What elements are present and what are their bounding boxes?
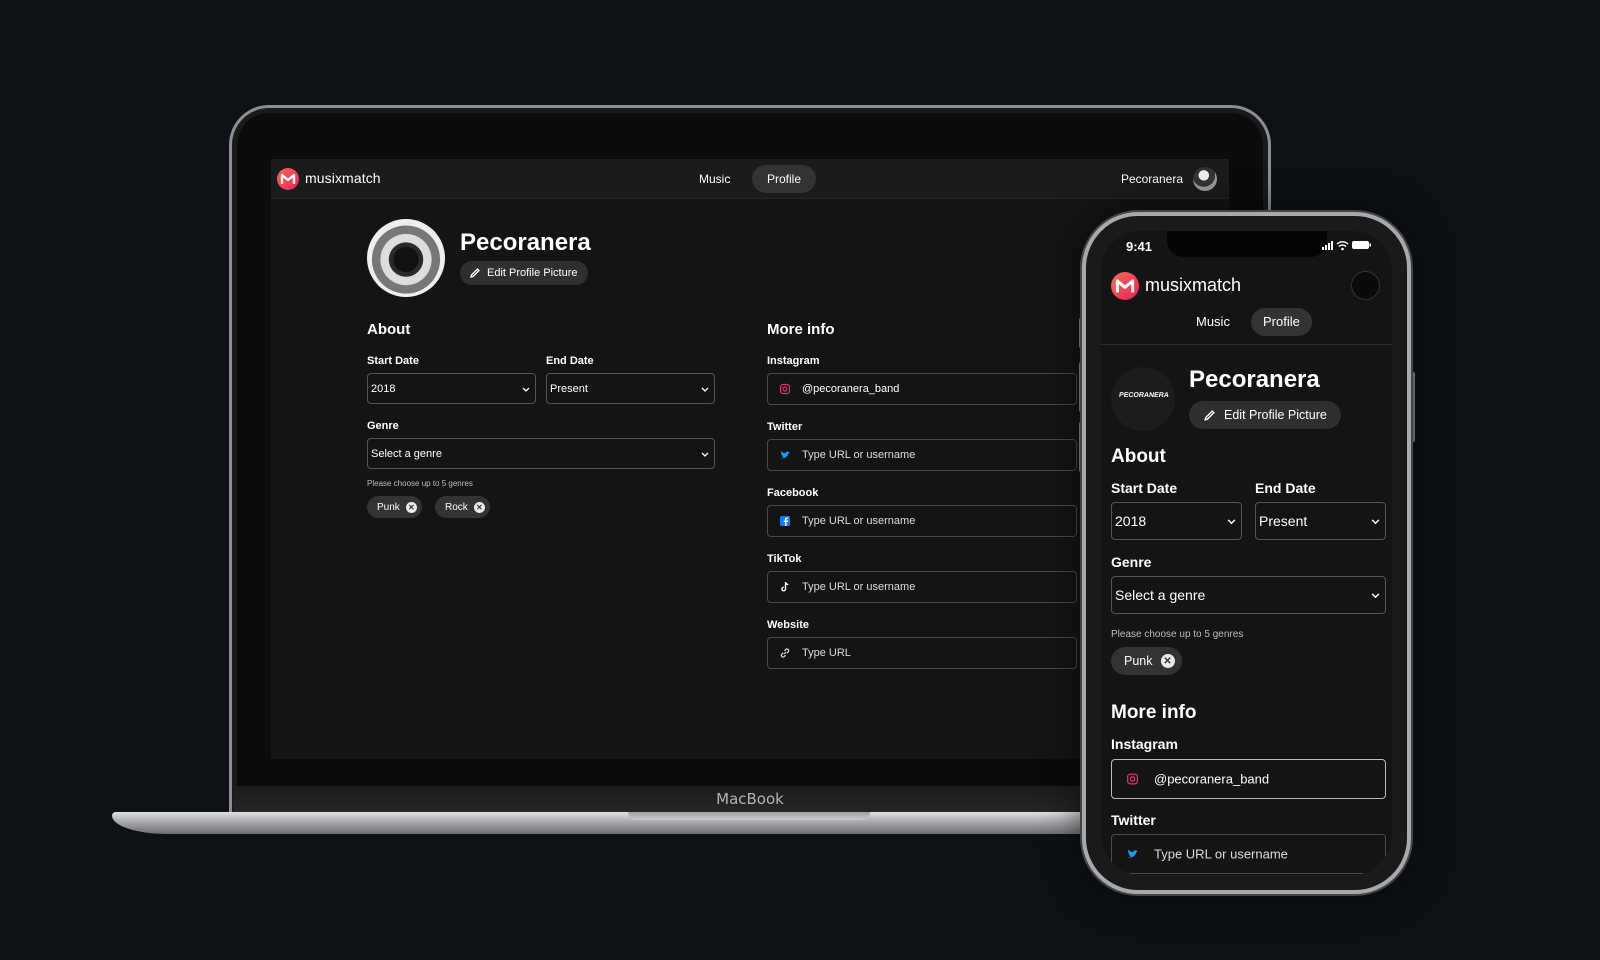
facebook-value: Type URL or username — [802, 515, 916, 527]
musixmatch-logo-icon[interactable] — [1111, 272, 1139, 300]
twitter-field[interactable]: Type URL or username — [767, 439, 1077, 471]
musixmatch-logo-icon[interactable] — [277, 168, 299, 190]
pencil-icon — [470, 268, 480, 278]
twitter-label: Twitter — [1111, 812, 1156, 828]
remove-genre-button[interactable]: ✕ — [473, 501, 485, 513]
pencil-icon — [1204, 409, 1215, 421]
more-info-title: More info — [1111, 702, 1197, 723]
genre-placeholder: Select a genre — [371, 447, 442, 460]
genre-chip-label: Punk — [377, 501, 400, 513]
profile-name: Pecoranera — [1189, 366, 1320, 393]
genre-chip-label: Rock — [445, 501, 468, 513]
tiktok-field[interactable]: Type URL or username — [767, 571, 1077, 603]
instagram-field[interactable]: @pecoranera_band — [767, 373, 1077, 405]
end-date-value: Present — [1259, 513, 1308, 529]
instagram-label: Instagram — [767, 355, 820, 367]
tiktok-value: Type URL or username — [802, 581, 916, 593]
end-date-label: End Date — [1255, 480, 1316, 496]
genre-label: Genre — [367, 420, 399, 432]
macbook-hinge-notch — [628, 812, 870, 820]
more-info-title: More info — [767, 321, 835, 338]
website-field[interactable]: Type URL — [767, 637, 1077, 669]
website-value: Type URL — [802, 647, 851, 659]
nav-divider — [1101, 344, 1392, 345]
instagram-icon — [1126, 773, 1139, 785]
user-name[interactable]: Pecoranera — [1121, 172, 1183, 186]
avatar[interactable] — [1351, 271, 1380, 300]
phone-notch — [1167, 231, 1327, 257]
profile-picture — [367, 219, 445, 297]
logo-text[interactable]: musixmatch — [1145, 275, 1241, 296]
tab-music[interactable]: Music — [684, 165, 745, 193]
end-date-value: Present — [550, 382, 588, 395]
remove-genre-button[interactable]: ✕ — [405, 501, 417, 513]
chevron-down-icon — [701, 387, 709, 392]
status-icons — [1322, 241, 1371, 251]
instagram-icon — [779, 383, 791, 395]
end-date-select[interactable]: Present — [1255, 502, 1386, 540]
genre-chip: Rock ✕ — [435, 496, 490, 518]
top-nav: musixmatch Music Profile Pecoranera — [271, 159, 1229, 199]
start-date-value: 2018 — [371, 382, 396, 395]
logo-text[interactable]: musixmatch — [305, 170, 381, 186]
facebook-label: Facebook — [767, 487, 819, 499]
genre-placeholder: Select a genre — [1115, 587, 1206, 603]
start-date-label: Start Date — [367, 355, 419, 367]
genre-select[interactable]: Select a genre — [367, 438, 715, 469]
tab-music[interactable]: Music — [1184, 308, 1242, 336]
twitter-label: Twitter — [767, 421, 803, 433]
chevron-down-icon — [1227, 519, 1236, 525]
instagram-label: Instagram — [1111, 736, 1178, 752]
twitter-field[interactable]: Type URL or username — [1111, 834, 1386, 874]
tiktok-label: TikTok — [767, 553, 802, 565]
facebook-field[interactable]: Type URL or username — [767, 505, 1077, 537]
genre-label: Genre — [1111, 554, 1152, 570]
genre-hint: Please choose up to 5 genres — [367, 479, 473, 488]
edit-profile-picture-button[interactable]: Edit Profile Picture — [460, 261, 589, 285]
end-date-select[interactable]: Present — [546, 373, 715, 404]
chevron-down-icon — [1371, 593, 1380, 599]
end-date-label: End Date — [546, 355, 594, 367]
genre-chip: Punk ✕ — [1111, 647, 1182, 675]
profile-name: Pecoranera — [460, 229, 591, 256]
genre-chip: Punk ✕ — [367, 496, 422, 518]
status-time: 9:41 — [1126, 239, 1153, 254]
chevron-down-icon — [1371, 519, 1380, 525]
instagram-value: @pecoranera_band — [802, 383, 900, 395]
twitter-icon — [1127, 849, 1138, 858]
tab-profile[interactable]: Profile — [752, 165, 817, 193]
profile-picture-text: PECORANERA — [1118, 392, 1170, 399]
about-title: About — [367, 321, 411, 338]
instagram-value: @pecoranera_band — [1154, 771, 1270, 787]
link-icon — [780, 648, 790, 658]
profile-picture: PECORANERA — [1111, 367, 1175, 431]
genre-chip-label: Punk — [1124, 654, 1153, 668]
remove-genre-button[interactable]: ✕ — [1160, 654, 1175, 668]
mobile-screen: 9:41 musixmatch Music Profile PECORANERA… — [1101, 231, 1392, 875]
tiktok-icon — [781, 581, 789, 592]
chevron-down-icon — [522, 387, 530, 392]
start-date-value: 2018 — [1115, 513, 1147, 529]
twitter-value: Type URL or username — [802, 449, 916, 461]
genre-select[interactable]: Select a genre — [1111, 576, 1386, 614]
edit-profile-picture-label: Edit Profile Picture — [1224, 408, 1327, 422]
start-date-label: Start Date — [1111, 480, 1178, 496]
start-date-select[interactable]: 2018 — [367, 373, 536, 404]
facebook-icon — [780, 516, 790, 526]
website-label: Website — [767, 619, 809, 631]
edit-profile-picture-button[interactable]: Edit Profile Picture — [1189, 401, 1341, 429]
instagram-field[interactable]: @pecoranera_band — [1111, 759, 1386, 799]
twitter-icon — [780, 451, 790, 459]
phone-button — [1411, 372, 1415, 442]
edit-profile-picture-label: Edit Profile Picture — [487, 267, 578, 279]
twitter-value: Type URL or username — [1154, 846, 1288, 862]
start-date-select[interactable]: 2018 — [1111, 502, 1242, 540]
chevron-down-icon — [701, 452, 709, 457]
avatar[interactable] — [1193, 167, 1217, 191]
about-title: About — [1111, 446, 1166, 467]
genre-hint: Please choose up to 5 genres — [1111, 629, 1244, 640]
tab-profile[interactable]: Profile — [1251, 308, 1312, 336]
